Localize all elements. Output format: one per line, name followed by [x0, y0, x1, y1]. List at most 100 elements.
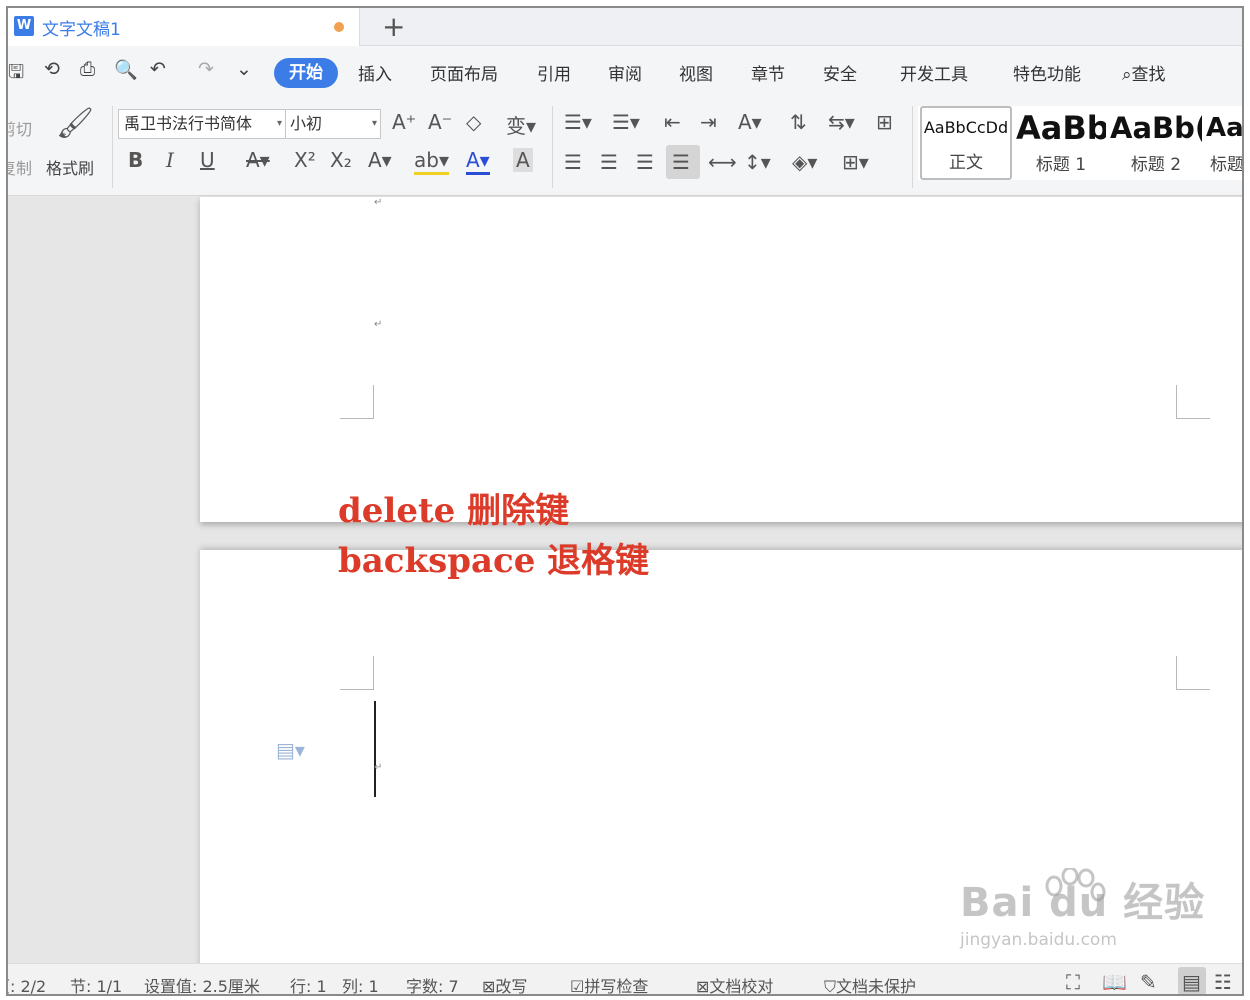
font-family-select[interactable]: 禹卫书法行书简体 ▾: [118, 109, 286, 139]
format-painter-button[interactable]: 格式刷: [46, 155, 94, 179]
cut-button[interactable]: 剪切: [8, 116, 32, 140]
bullet-list-icon[interactable]: ☰▾: [564, 110, 592, 134]
search-icon: ⌕: [1122, 65, 1132, 85]
status-column: 列: 1: [342, 977, 379, 996]
italic-button[interactable]: I: [166, 148, 174, 172]
page-view-icon[interactable]: ▤: [1182, 970, 1201, 994]
spell-check-button[interactable]: ☑拼写检查: [570, 973, 648, 996]
align-center-icon[interactable]: ☰: [600, 150, 618, 174]
increase-indent-icon[interactable]: ⇥: [700, 110, 717, 134]
line-spacing-icon[interactable]: ↕▾: [744, 150, 771, 174]
document-canvas[interactable]: ↵ ↵ ▤▾ ↵ delete 删除键 backspace 退格键: [8, 197, 1242, 970]
ribbon-toolbar: 剪切 复制 🖌 格式刷 禹卫书法行书简体▾ 小初▾ A⁺ A⁻ ◇ 变▾ B I…: [8, 98, 1242, 196]
chevron-down-icon: ▾: [371, 118, 377, 129]
document-tab[interactable]: W 文字文稿1: [8, 8, 360, 46]
proofread-icon: ⊠: [696, 977, 710, 996]
highlight-icon[interactable]: ab▾: [414, 148, 449, 175]
style-heading-1[interactable]: AaBb 标题 1: [1016, 106, 1106, 180]
spell-check-icon: ☑: [570, 977, 585, 996]
menu-view[interactable]: 视图: [679, 60, 713, 85]
decrease-indent-icon[interactable]: ⇤: [664, 110, 681, 134]
menu-review[interactable]: 审阅: [608, 60, 642, 85]
char-shading-icon[interactable]: A: [513, 148, 533, 172]
format-painter-icon[interactable]: 🖌: [56, 106, 94, 141]
sort-icon[interactable]: ⇅: [790, 110, 807, 134]
status-page[interactable]: 页: 2/2: [8, 973, 46, 994]
overwrite-icon: ⊠: [482, 977, 496, 996]
menu-security[interactable]: 安全: [823, 60, 857, 85]
annotation-delete-key: delete 删除键: [338, 491, 570, 531]
menu-home[interactable]: 开始: [274, 58, 338, 88]
protection-status[interactable]: ⛉文档未保护: [824, 973, 916, 994]
export-icon[interactable]: ⟲: [44, 58, 60, 80]
style-heading[interactable]: AaI 标题: [1206, 106, 1242, 180]
status-section: 节: 1/1: [70, 977, 123, 996]
ribbon-divider: [112, 106, 113, 188]
ribbon-divider: [912, 106, 913, 188]
menu-page-layout[interactable]: 页面布局: [430, 60, 498, 85]
clear-format-icon[interactable]: ◇: [466, 110, 481, 134]
paragraph-mark: ↵: [374, 762, 383, 773]
fullscreen-icon[interactable]: ⛶: [1066, 970, 1080, 994]
read-mode-icon[interactable]: 📖: [1102, 970, 1127, 994]
grow-font-icon[interactable]: A⁺: [392, 110, 416, 134]
tab-bar: W 文字文稿1 +: [8, 8, 1242, 46]
align-left-icon[interactable]: ☰: [564, 150, 582, 174]
proofread-button[interactable]: ⊠文档校对: [696, 973, 773, 996]
show-marks-icon[interactable]: ⇆▾: [828, 110, 855, 134]
redo-icon[interactable]: ↷: [198, 58, 214, 80]
borders-icon[interactable]: ⊞▾: [842, 150, 869, 174]
status-setting[interactable]: 设置值: 2.5厘米: [144, 973, 260, 994]
style-normal[interactable]: AaBbCcDd 正文: [920, 106, 1012, 180]
status-bar: 页: 2/2 节: 1/1 设置值: 2.5厘米 行: 1 列: 1 字数: 7…: [8, 963, 1242, 996]
save-icon[interactable]: 🖫: [8, 58, 24, 90]
annotation-backspace-key: backspace 退格键: [338, 541, 650, 581]
menu-special-features[interactable]: 特色功能: [1013, 60, 1081, 85]
shrink-font-icon[interactable]: A⁻: [428, 110, 452, 134]
superscript-icon[interactable]: X²: [294, 148, 316, 172]
copy-button[interactable]: 复制: [8, 155, 32, 179]
strikethrough-icon[interactable]: A▾: [246, 148, 270, 172]
wps-writer-icon: W: [14, 16, 34, 36]
style-heading-2[interactable]: AaBb( 标题 2: [1110, 106, 1202, 180]
ribbon-divider: [552, 106, 553, 188]
menu-bar: 🖫 ⟲ ⎙ 🔍 ↶ ↷ ⌄ 开始 插入 页面布局 引用 审阅 视图 章节 安全 …: [8, 46, 1242, 98]
text-effect-icon[interactable]: A▾: [368, 148, 392, 172]
outline-view-icon[interactable]: ☷: [1214, 970, 1232, 994]
table-icon[interactable]: ⊞: [876, 110, 893, 134]
paragraph-mark: ↵: [374, 197, 383, 208]
align-right-icon[interactable]: ☰: [636, 150, 654, 174]
distributed-icon[interactable]: ⟷: [708, 150, 737, 174]
numbered-list-icon[interactable]: ☰▾: [612, 110, 640, 134]
paragraph-menu-icon[interactable]: ▤▾: [276, 738, 305, 762]
customize-toolbar-icon[interactable]: ⌄: [236, 58, 252, 80]
overwrite-toggle[interactable]: ⊠改写: [482, 973, 527, 996]
menu-developer[interactable]: 开发工具: [900, 60, 968, 85]
app-window: W 文字文稿1 + 🖫 ⟲ ⎙ 🔍 ↶ ↷ ⌄ 开始 插入 页面布局 引用 审阅…: [6, 6, 1244, 996]
chevron-down-icon: ▾: [276, 118, 282, 129]
print-preview-icon[interactable]: 🔍: [114, 58, 138, 81]
bold-button[interactable]: B: [128, 148, 143, 172]
subscript-icon[interactable]: X₂: [330, 148, 352, 172]
print-icon[interactable]: ⎙: [80, 58, 95, 80]
menu-section[interactable]: 章节: [751, 60, 785, 85]
status-word-count[interactable]: 字数: 7: [406, 973, 459, 994]
write-mode-icon[interactable]: ✎: [1140, 970, 1157, 994]
find-button[interactable]: ⌕查找: [1122, 60, 1166, 85]
menu-insert[interactable]: 插入: [358, 60, 392, 85]
new-tab-button[interactable]: +: [382, 10, 405, 43]
text-cursor: [374, 701, 376, 797]
menu-references[interactable]: 引用: [537, 60, 571, 85]
justify-icon[interactable]: ☰: [672, 150, 690, 174]
change-case-icon[interactable]: A▾: [738, 110, 762, 134]
shading-icon[interactable]: ◈▾: [792, 150, 817, 174]
font-color-icon[interactable]: A▾: [466, 148, 490, 175]
baidu-paw-icon: [1045, 868, 1106, 902]
phonetic-guide-icon[interactable]: 变▾: [506, 110, 536, 139]
margin-corner: [340, 656, 374, 690]
page-1[interactable]: ↵ ↵: [200, 197, 1242, 522]
font-size-select[interactable]: 小初 ▾: [285, 109, 381, 139]
undo-icon[interactable]: ↶: [150, 58, 166, 80]
underline-button[interactable]: U: [200, 148, 215, 172]
status-row: 行: 1: [290, 977, 327, 996]
